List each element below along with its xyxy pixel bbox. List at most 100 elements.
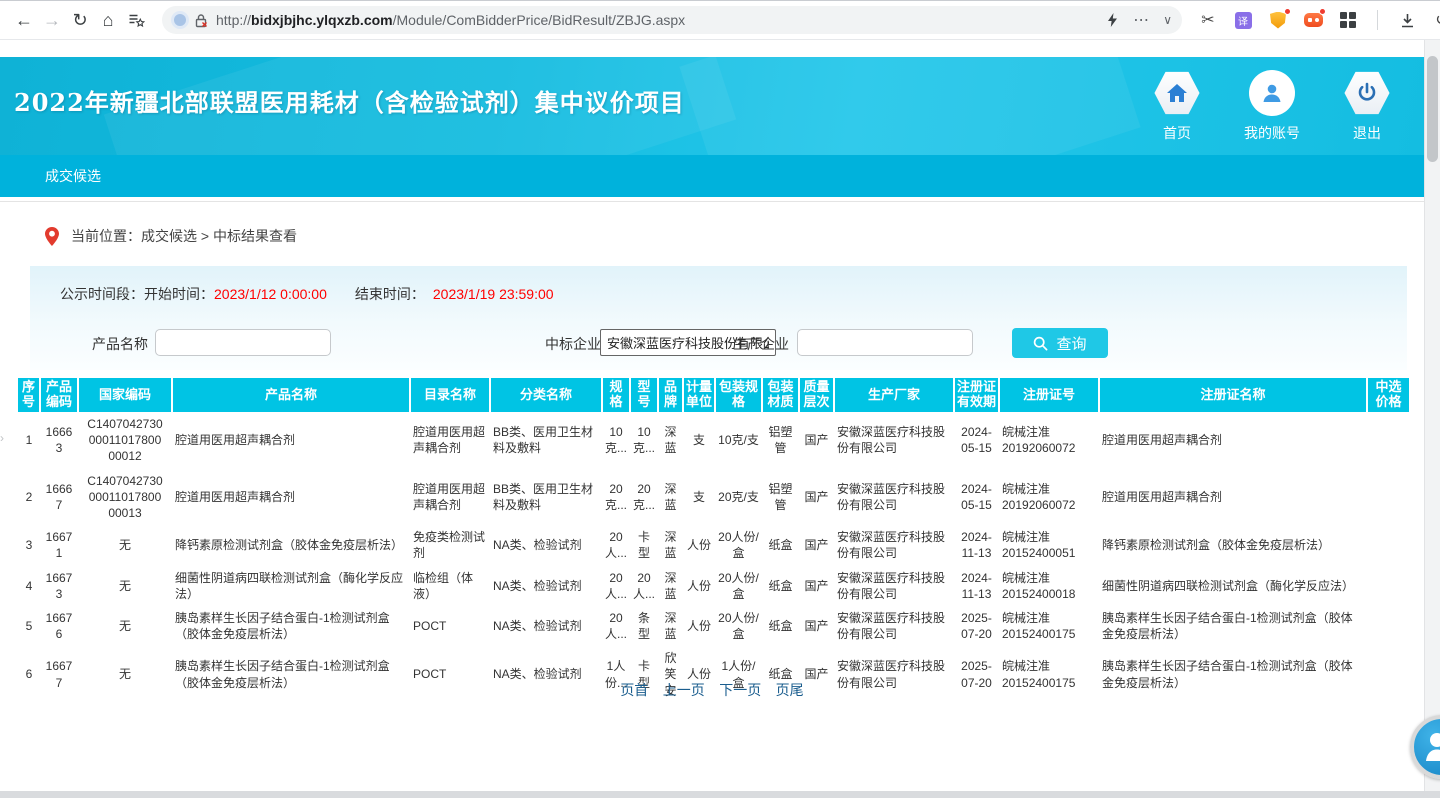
table-row: 516676无胰岛素样生长因子结合蛋白-1检测试剂盒（胶体金免疫层析法）POCT… — [18, 606, 1409, 646]
table-cell: 深蓝 — [658, 566, 683, 606]
table-cell: 国产 — [799, 606, 834, 646]
filter-panel: 公示时间段：开始时间：2023/1/12 0:00:00结束时间：2023/1/… — [30, 266, 1407, 370]
download-icon[interactable] — [1397, 10, 1417, 30]
nav-home[interactable]: 首页 — [1154, 70, 1200, 143]
shield-glyph — [1270, 12, 1286, 29]
gamepad-glyph — [1304, 13, 1323, 27]
page-last-link[interactable]: 页尾 — [776, 682, 804, 698]
service-person-icon — [1422, 729, 1440, 765]
scrollbar-thumb[interactable] — [1427, 56, 1438, 162]
table-row: 216667C1407042730 00011017800 00013腔道用医用… — [18, 469, 1409, 526]
product-name-input[interactable] — [155, 329, 331, 356]
menu-item-candidates[interactable]: 成交候选 — [45, 166, 101, 186]
column-header: 规格 — [602, 378, 630, 412]
table-cell: 16663 — [40, 412, 78, 469]
table-cell: 铝塑管 — [762, 469, 799, 526]
table-cell: 人份 — [683, 606, 715, 646]
forward-icon[interactable]: → — [38, 6, 66, 34]
extension-orb-icon[interactable] — [174, 14, 186, 26]
url-path: /Module/ComBidderPrice/BidResult/ZBJG.as… — [393, 12, 686, 28]
table-cell: 深蓝 — [658, 525, 683, 565]
table-cell: 2 — [18, 469, 40, 526]
table-cell: 20克/支 — [715, 469, 762, 526]
star-lines-icon — [128, 12, 145, 29]
table-cell: 无 — [78, 525, 172, 565]
nav-account[interactable]: 我的账号 — [1244, 70, 1300, 143]
table-cell — [1367, 412, 1409, 469]
publicity-period: 公示时间段：开始时间：2023/1/12 0:00:00结束时间：2023/1/… — [60, 284, 554, 304]
table-cell: 3 — [18, 525, 40, 565]
power-hexagon-icon — [1344, 70, 1390, 116]
table-cell: 安徽深蓝医疗科技股份有限公司 — [834, 412, 954, 469]
undo-icon[interactable]: ↺ — [1432, 10, 1440, 30]
table-cell: 支 — [683, 412, 715, 469]
location-pin-icon — [45, 227, 59, 246]
table-cell: 皖械注准 20192060072 — [999, 469, 1099, 526]
home-icon[interactable]: ⌂ — [94, 6, 122, 34]
table-cell: 纸盒 — [762, 566, 799, 606]
table-cell: 20人... — [602, 566, 630, 606]
nav-logout[interactable]: 退出 — [1344, 70, 1390, 143]
table-cell: 腔道用医用超声耦合剂 — [410, 469, 490, 526]
url-scheme: http:// — [216, 12, 251, 28]
table-cell: 人份 — [683, 566, 715, 606]
table-cell: 临检组（体液） — [410, 566, 490, 606]
scissors-extension-icon[interactable]: ✂ — [1198, 10, 1218, 30]
table-cell: 细菌性阴道病四联检测试剂盒（酶化学反应法） — [172, 566, 410, 606]
column-header: 型号 — [630, 378, 658, 412]
table-cell: 20人... — [602, 525, 630, 565]
table-cell: NA类、检验试剂 — [490, 566, 602, 606]
browser-toolbar: ← → ↻ ⌂ http://bidxjbjhc.ylqxzb.com/Modu… — [0, 0, 1440, 40]
column-header: 质量层次 — [799, 378, 834, 412]
menu-bar: 成交候选 — [0, 155, 1424, 197]
table-cell: 安徽深蓝医疗科技股份有限公司 — [834, 525, 954, 565]
table-cell: 10克... — [630, 412, 658, 469]
start-time: 2023/1/12 0:00:00 — [214, 286, 327, 302]
results-table: 序号产品编码国家编码产品名称目录名称分类名称规格型号品牌计量单位包装规格包装材质… — [18, 378, 1409, 703]
translate-badge: 译 — [1235, 12, 1252, 29]
column-header: 注册证有效期 — [954, 378, 999, 412]
customer-service-widget[interactable] — [1410, 715, 1440, 779]
horizontal-scrollbar-strip[interactable] — [0, 791, 1440, 798]
address-bar[interactable]: http://bidxjbjhc.ylqxzb.com/Module/ComBi… — [162, 6, 1182, 34]
table-cell: 16673 — [40, 566, 78, 606]
side-panel-handle[interactable]: › — [0, 430, 10, 446]
table-cell: 20克... — [630, 469, 658, 526]
query-button[interactable]: 查询 — [1012, 328, 1108, 358]
vertical-scrollbar[interactable] — [1424, 40, 1440, 791]
table-cell: 10克/支 — [715, 412, 762, 469]
manufacturer-input[interactable] — [797, 329, 973, 356]
translate-extension-icon[interactable]: 译 — [1233, 10, 1253, 30]
gamepad-extension-icon[interactable] — [1303, 10, 1323, 30]
table-cell: 皖械注准 20152400018 — [999, 566, 1099, 606]
user-circle-icon — [1249, 70, 1295, 116]
shield-extension-icon[interactable] — [1268, 10, 1288, 30]
column-header: 产品名称 — [172, 378, 410, 412]
table-cell: 安徽深蓝医疗科技股份有限公司 — [834, 469, 954, 526]
home-hexagon-icon — [1154, 70, 1200, 116]
more-actions-icon[interactable]: ⋯ — [1133, 10, 1149, 30]
table-cell — [1367, 525, 1409, 565]
search-form: 产品名称 中标企业 生产企业 查询 — [30, 328, 1407, 360]
table-cell: 16676 — [40, 606, 78, 646]
page-prev-link[interactable]: 上一页 — [663, 682, 705, 698]
lightning-icon[interactable] — [1106, 12, 1119, 28]
reading-list-star-icon[interactable] — [122, 6, 150, 34]
extensions-grid-icon[interactable] — [1338, 10, 1358, 30]
table-head: 序号产品编码国家编码产品名称目录名称分类名称规格型号品牌计量单位包装规格包装材质… — [18, 378, 1409, 412]
reload-icon[interactable]: ↻ — [66, 6, 94, 34]
page-first-link[interactable]: 页首 — [620, 682, 648, 698]
table-cell: 10克... — [602, 412, 630, 469]
notification-dot — [1284, 8, 1291, 15]
table-cell: 深蓝 — [658, 606, 683, 646]
page-next-link[interactable]: 下一页 — [719, 682, 761, 698]
back-icon[interactable]: ← — [10, 6, 38, 34]
manufacturer-label: 生产企业 — [733, 334, 789, 354]
search-icon — [1033, 336, 1048, 351]
table-cell: 纸盒 — [762, 525, 799, 565]
chevron-down-icon[interactable]: ∨ — [1163, 13, 1172, 27]
table-cell: 皖械注准 20152400175 — [999, 606, 1099, 646]
table-cell: 降钙素原检测试剂盒（胶体金免疫层析法） — [1099, 525, 1367, 565]
table-cell: 免疫类检测试剂 — [410, 525, 490, 565]
table-cell: 深蓝 — [658, 412, 683, 469]
